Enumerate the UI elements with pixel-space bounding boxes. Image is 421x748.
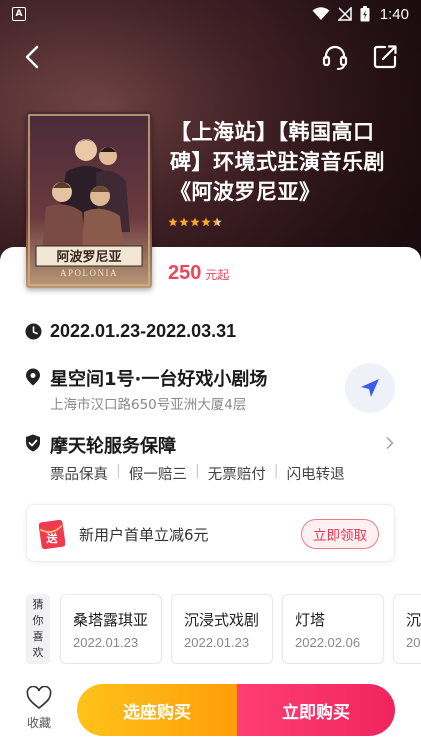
recommend-name: 沉 bbox=[406, 611, 421, 629]
top-navigation bbox=[0, 36, 421, 76]
guarantee-item: 假一赔三 bbox=[128, 467, 187, 483]
battery-charging-icon bbox=[360, 6, 370, 22]
recommend-card[interactable]: 沉浸式戏剧 2022.01.23 bbox=[171, 594, 273, 664]
price-value: 250 bbox=[168, 262, 202, 284]
red-envelope-icon: 送 bbox=[39, 519, 65, 549]
guarantee-items: 票品保真 | 假一赔三 | 无票赔付 | 闪电转退 bbox=[50, 463, 345, 484]
status-time: 1:40 bbox=[379, 5, 409, 23]
venue-address: 上海市汉口路650号亚洲大厦4层 bbox=[50, 397, 247, 413]
headset-icon bbox=[322, 45, 348, 70]
guess-label-char: 喜 bbox=[32, 630, 44, 643]
location-pin-icon bbox=[26, 368, 40, 386]
date-row: 2022.01.23-2022.03.31 bbox=[25, 321, 236, 342]
no-signal-icon bbox=[337, 7, 352, 21]
divider: | bbox=[116, 463, 121, 479]
divider: | bbox=[273, 463, 279, 479]
a-square-icon: A bbox=[12, 7, 26, 21]
star-icon bbox=[190, 217, 200, 227]
share-button[interactable] bbox=[370, 42, 400, 72]
shield-check-icon bbox=[26, 434, 40, 452]
half-star-icon bbox=[212, 217, 222, 227]
recommend-card[interactable]: 灯塔 2022.02.06 bbox=[282, 594, 384, 664]
navigate-button[interactable] bbox=[345, 363, 395, 413]
back-button[interactable] bbox=[18, 42, 48, 72]
guarantee-title: 摩天轮服务保障 bbox=[50, 436, 176, 457]
chevron-left-icon bbox=[25, 45, 39, 69]
customer-service-button[interactable] bbox=[320, 42, 350, 72]
coupon-card[interactable]: 送 新用户首单立减6元 立即领取 bbox=[26, 504, 395, 562]
favorite-button[interactable]: 收藏 bbox=[20, 686, 58, 742]
recommend-date: 2022.02.06 bbox=[295, 635, 361, 650]
favorite-label: 收藏 bbox=[26, 716, 51, 730]
status-bar: A 1:40 bbox=[0, 0, 421, 28]
show-date: 2022.01.23-2022.03.31 bbox=[50, 321, 237, 341]
heart-icon bbox=[26, 686, 52, 710]
share-edit-icon bbox=[373, 45, 397, 69]
poster-title-en: APOLONIA bbox=[60, 268, 118, 278]
recommend-card[interactable]: 桑塔露琪亚 2022.01.23 bbox=[60, 594, 162, 664]
star-icon bbox=[201, 217, 211, 227]
recommend-date: 2022.01.23 bbox=[73, 635, 139, 650]
recommend-name: 桑塔露琪亚 bbox=[73, 611, 149, 629]
price: 250 元起 bbox=[168, 262, 229, 285]
venue-name: 星空间1号·一台好戏小剧场 bbox=[50, 369, 268, 390]
guess-label-char: 猜 bbox=[32, 598, 44, 611]
guess-you-like: 猜 你 喜 欢 桑塔露琪亚 2022.01.23 沉浸式戏剧 2022.01.2… bbox=[26, 594, 421, 664]
wifi-icon bbox=[312, 7, 330, 20]
clock-icon bbox=[25, 323, 42, 340]
guarantee-item: 票品保真 bbox=[50, 467, 108, 483]
recommend-name: 沉浸式戏剧 bbox=[184, 611, 260, 629]
divider: | bbox=[194, 463, 200, 479]
recommend-date: 20 bbox=[406, 635, 421, 650]
coupon-icon-text: 送 bbox=[46, 531, 59, 545]
chevron-right-icon bbox=[386, 437, 394, 449]
navigation-arrow-icon bbox=[361, 379, 379, 397]
show-title: 【上海站】【韩国高口碑】环境式驻演音乐剧《阿波罗尼亚》 bbox=[170, 120, 385, 204]
guess-label-char: 你 bbox=[32, 614, 44, 627]
recommend-name: 灯塔 bbox=[295, 611, 326, 629]
guarantee-item: 闪电转退 bbox=[286, 467, 345, 483]
show-poster[interactable]: 阿波罗尼亚 APOLONIA bbox=[26, 112, 152, 288]
recommend-date: 2022.01.23 bbox=[184, 635, 250, 650]
recommend-card[interactable]: 沉 20 bbox=[393, 594, 421, 664]
guarantee-item: 无票赔付 bbox=[207, 467, 266, 483]
poster-image: 阿波罗尼亚 APOLONIA bbox=[26, 112, 152, 288]
buy-now-button[interactable]: 立即购买 bbox=[237, 684, 395, 736]
price-unit: 元起 bbox=[205, 268, 230, 282]
guess-label-char: 欢 bbox=[32, 646, 44, 659]
poster-title-cn: 阿波罗尼亚 bbox=[56, 249, 121, 265]
star-icon bbox=[168, 217, 178, 227]
claim-coupon-button[interactable]: 立即领取 bbox=[301, 519, 379, 549]
rating-stars bbox=[168, 217, 222, 227]
coupon-text: 新用户首单立减6元 bbox=[79, 526, 209, 544]
bottom-action-bar: 收藏 选座购买 立即购买 bbox=[0, 676, 421, 748]
guess-label: 猜 你 喜 欢 bbox=[26, 594, 50, 664]
select-seat-button[interactable]: 选座购买 bbox=[77, 684, 237, 736]
star-icon bbox=[179, 217, 189, 227]
